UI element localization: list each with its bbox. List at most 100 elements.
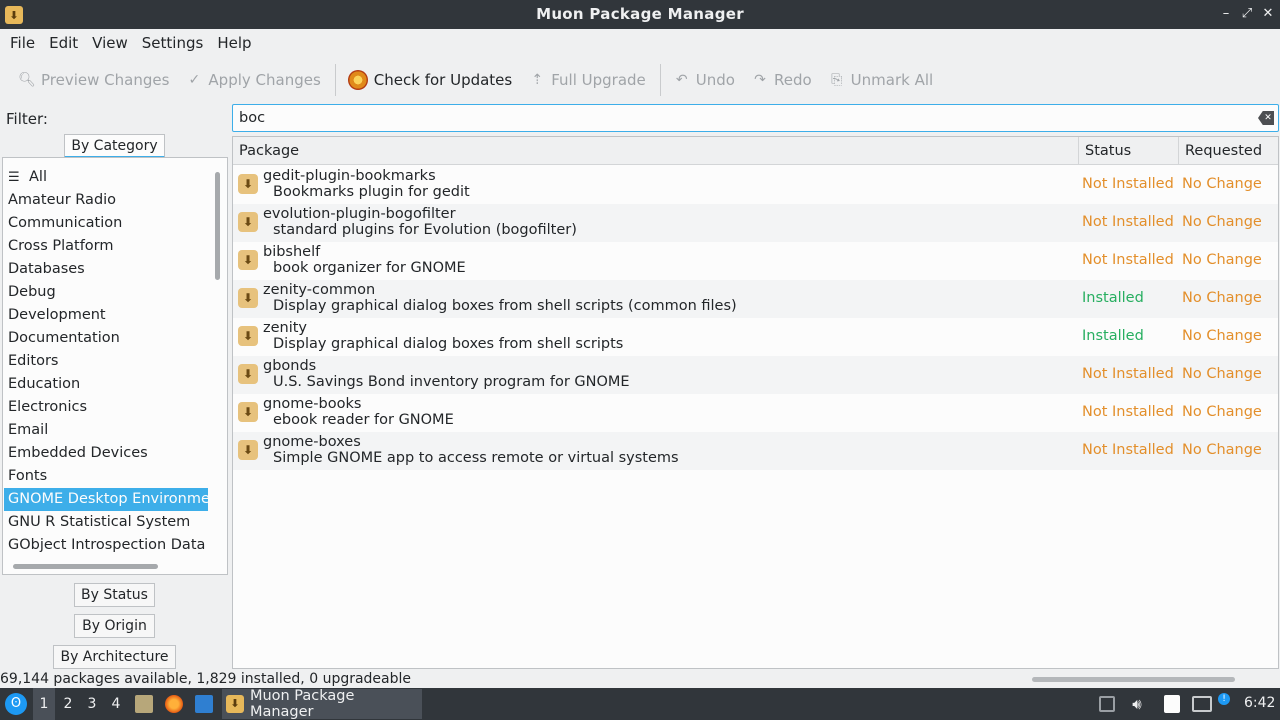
- status-text: 69,144 packages available, 1,829 install…: [0, 671, 412, 687]
- undo-button[interactable]: ↶ Undo: [667, 64, 741, 96]
- redo-label: Redo: [773, 71, 812, 89]
- category-item[interactable]: Debug: [4, 281, 208, 304]
- full-upgrade-button[interactable]: ⇡ Full Upgrade: [522, 64, 652, 96]
- volume-icon[interactable]: 🔊︎: [1128, 695, 1146, 713]
- table-horizontal-scrollbar[interactable]: [1032, 677, 1235, 682]
- package-requested: No Change: [1182, 404, 1262, 420]
- preview-changes-button[interactable]: 🔍︎ Preview Changes: [12, 64, 175, 96]
- workspace-3[interactable]: 3: [81, 688, 103, 720]
- unmark-icon: ⎘: [831, 72, 843, 88]
- start-menu-icon[interactable]: ʘ: [5, 693, 27, 715]
- muon-task-icon: ⬇: [226, 695, 244, 713]
- category-horizontal-scrollbar[interactable]: [13, 564, 158, 569]
- package-description: standard plugins for Evolution (bogofilt…: [273, 222, 577, 238]
- package-status: Not Installed: [1082, 176, 1174, 192]
- category-vertical-scrollbar[interactable]: [215, 172, 220, 280]
- minimize-icon[interactable]: –: [1217, 5, 1235, 23]
- package-status: Not Installed: [1082, 404, 1174, 420]
- maximize-icon[interactable]: ⤢: [1238, 5, 1256, 23]
- package-name: zenity-common: [263, 282, 376, 298]
- category-item[interactable]: Editors: [4, 350, 208, 373]
- table-row[interactable]: ⬇ gbonds U.S. Savings Bond inventory pro…: [233, 356, 1278, 394]
- column-header-status[interactable]: Status: [1079, 137, 1179, 165]
- category-item[interactable]: Cross Platform: [4, 235, 208, 258]
- category-item[interactable]: Communication: [4, 212, 208, 235]
- tab-by-architecture[interactable]: By Architecture: [53, 645, 176, 669]
- workspace-1[interactable]: 1: [33, 688, 55, 720]
- file-manager-icon[interactable]: [135, 695, 153, 713]
- package-name: gnome-books: [263, 396, 362, 412]
- table-row[interactable]: ⬇ zenity-common Display graphical dialog…: [233, 280, 1278, 318]
- workspace-2[interactable]: 2: [57, 688, 79, 720]
- filter-label: Filter:: [6, 110, 48, 128]
- category-item[interactable]: Education: [4, 373, 208, 396]
- category-item[interactable]: GNU R Statistical System: [4, 511, 208, 534]
- table-row[interactable]: ⬇ evolution-plugin-bogofilter standard p…: [233, 204, 1278, 242]
- network-icon[interactable]: [1192, 696, 1212, 712]
- category-item[interactable]: Development: [4, 304, 208, 327]
- package-icon: ⬇: [238, 212, 258, 232]
- package-description: book organizer for GNOME: [273, 260, 466, 276]
- category-item[interactable]: Email: [4, 419, 208, 442]
- tab-by-status[interactable]: By Status: [74, 583, 155, 607]
- package-icon: ⬇: [238, 440, 258, 460]
- search-input[interactable]: [233, 105, 1233, 131]
- apply-changes-label: Apply Changes: [208, 71, 321, 89]
- table-row[interactable]: ⬇ gedit-plugin-bookmarks Bookmarks plugi…: [233, 166, 1278, 204]
- clock[interactable]: 6:42: [1244, 695, 1275, 711]
- task-title: Muon Package Manager: [249, 688, 355, 720]
- menu-help[interactable]: Help: [210, 34, 258, 52]
- notes-icon[interactable]: [1164, 695, 1180, 713]
- category-item[interactable]: GObject Introspection Data: [4, 534, 208, 557]
- apply-changes-button[interactable]: ✓ Apply Changes: [179, 64, 326, 96]
- table-row[interactable]: ⬇ gnome-boxes Simple GNOME app to access…: [233, 432, 1278, 470]
- category-list: ☰ All Amateur Radio Communication Cross P…: [4, 166, 208, 557]
- taskbar-task-muon[interactable]: ⬇ Muon Package Manager: [222, 688, 422, 720]
- menu-edit[interactable]: Edit: [42, 34, 85, 52]
- menu-view[interactable]: View: [85, 34, 135, 52]
- package-name: gnome-boxes: [263, 434, 361, 450]
- package-status: Not Installed: [1082, 252, 1174, 268]
- menu-settings[interactable]: Settings: [135, 34, 211, 52]
- unmark-all-button[interactable]: ⎘ Unmark All: [822, 64, 940, 96]
- menu-file[interactable]: File: [3, 34, 42, 52]
- terminal-icon[interactable]: [195, 695, 213, 713]
- firefox-icon[interactable]: [165, 695, 183, 713]
- list-icon: ☰: [8, 170, 20, 185]
- table-row[interactable]: ⬇ bibshelf book organizer for GNOME Not …: [233, 242, 1278, 280]
- column-header-requested[interactable]: Requested: [1179, 137, 1278, 165]
- package-status: Installed: [1082, 290, 1144, 306]
- category-item[interactable]: Amateur Radio: [4, 189, 208, 212]
- table-row[interactable]: ⬇ gnome-books ebook reader for GNOME Not…: [233, 394, 1278, 432]
- toolbar-separator: [659, 64, 661, 96]
- category-item[interactable]: Electronics: [4, 396, 208, 419]
- category-item[interactable]: Fonts: [4, 465, 208, 488]
- notification-icon[interactable]: !: [1218, 693, 1230, 705]
- redo-button[interactable]: ↷ Redo: [745, 64, 818, 96]
- clipboard-icon[interactable]: [1099, 696, 1115, 712]
- redo-icon: ↷: [754, 72, 766, 88]
- package-requested: No Change: [1182, 176, 1262, 192]
- category-item[interactable]: Databases: [4, 258, 208, 281]
- package-description: Display graphical dialog boxes from shel…: [273, 336, 624, 352]
- workspace-4[interactable]: 4: [105, 688, 127, 720]
- package-requested: No Change: [1182, 290, 1262, 306]
- package-requested: No Change: [1182, 214, 1262, 230]
- category-item-selected[interactable]: GNOME Desktop Environment: [4, 488, 208, 511]
- category-item-all[interactable]: ☰ All: [4, 166, 208, 189]
- undo-icon: ↶: [675, 72, 688, 88]
- package-name: gedit-plugin-bookmarks: [263, 168, 436, 184]
- clear-text-icon[interactable]: ✕: [1258, 111, 1274, 125]
- toolbar: 🔍︎ Preview Changes ✓ Apply Changes Check…: [0, 62, 1280, 98]
- tab-by-origin[interactable]: By Origin: [74, 614, 155, 638]
- column-header-package[interactable]: Package: [233, 137, 1079, 165]
- table-row[interactable]: ⬇ zenity Display graphical dialog boxes …: [233, 318, 1278, 356]
- close-icon[interactable]: ✕: [1259, 5, 1277, 23]
- package-status: Not Installed: [1082, 442, 1174, 458]
- package-icon: ⬇: [238, 326, 258, 346]
- tab-by-category[interactable]: By Category: [64, 134, 165, 158]
- package-icon: ⬇: [238, 174, 258, 194]
- check-for-updates-button[interactable]: Check for Updates: [342, 64, 518, 96]
- category-item[interactable]: Embedded Devices: [4, 442, 208, 465]
- category-item[interactable]: Documentation: [4, 327, 208, 350]
